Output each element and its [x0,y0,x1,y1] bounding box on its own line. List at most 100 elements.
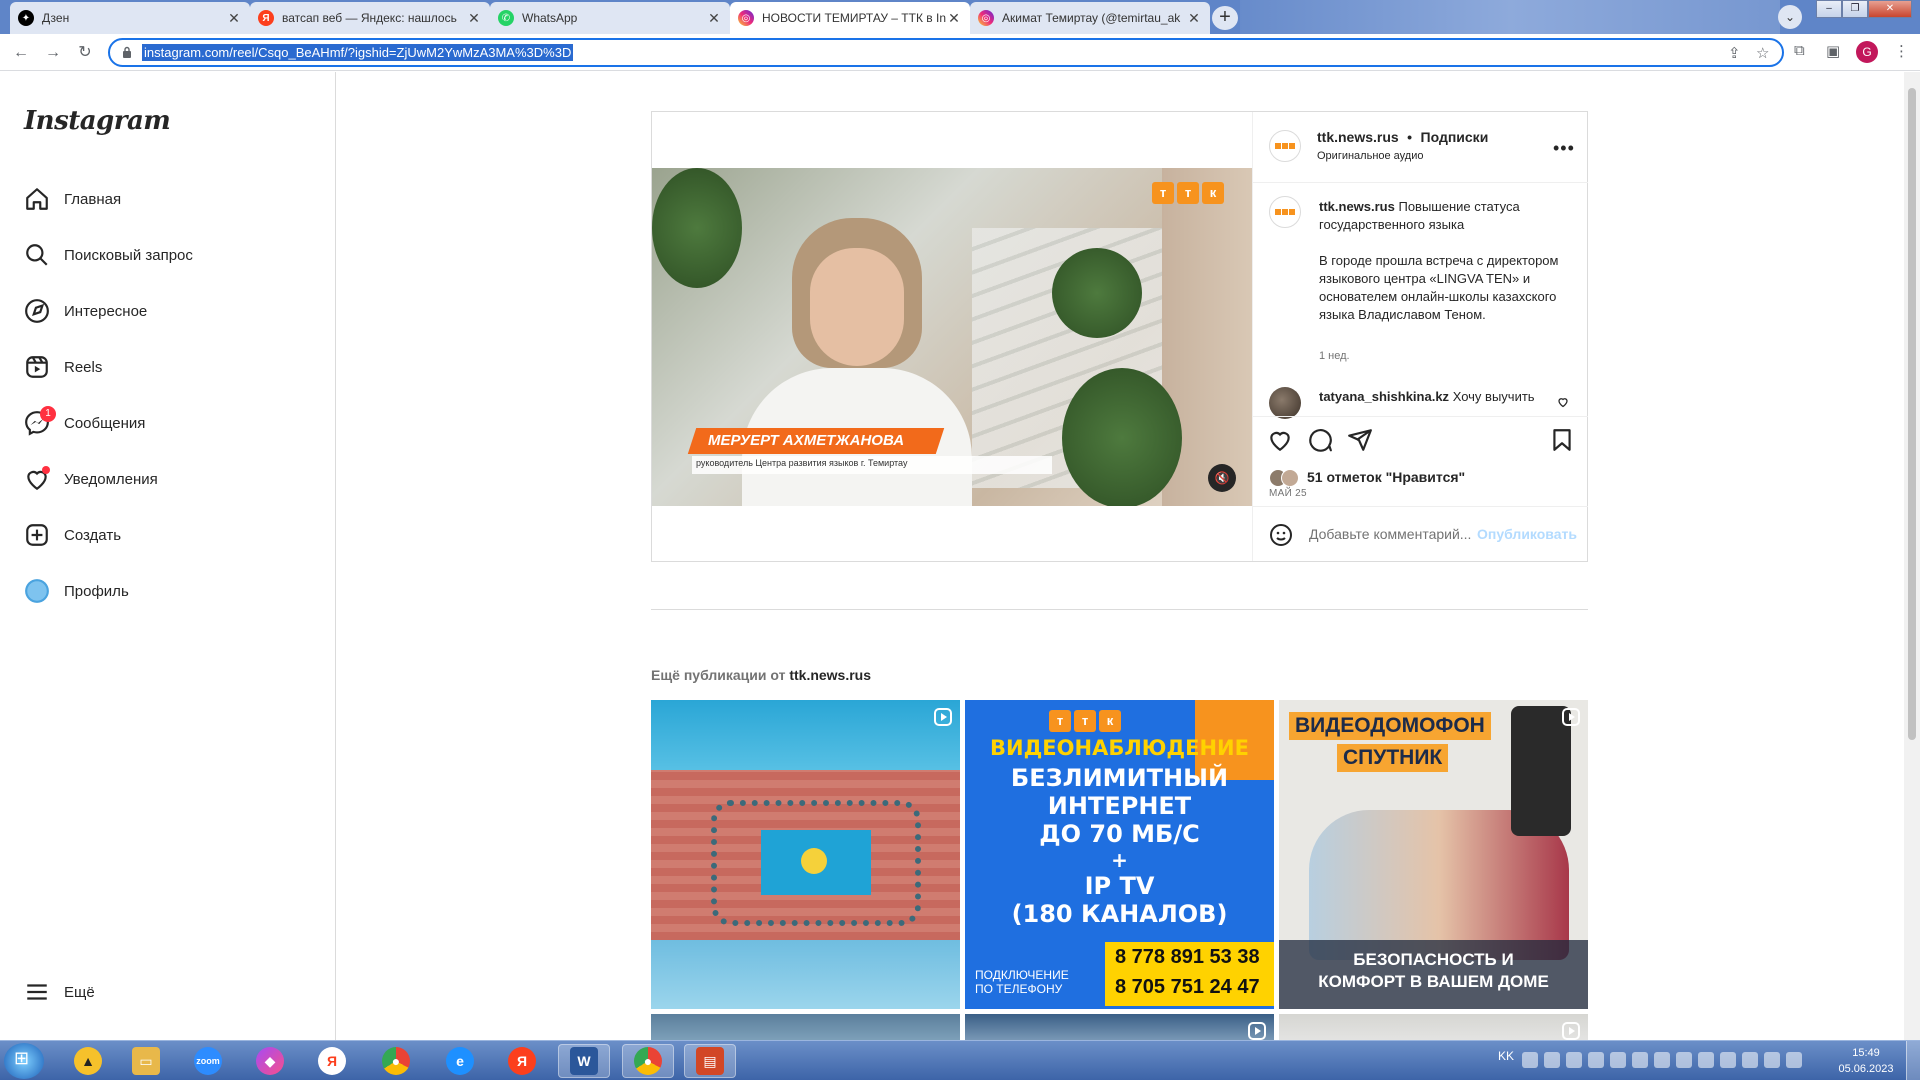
likes-count[interactable]: 51 отметок "Нравится" [1307,469,1465,485]
app-tray-icon[interactable] [1676,1052,1692,1068]
grid-tile-ttk-internet-ad[interactable]: т т к ВИДЕОНАБЛЮДЕНИЕ БЕЗЛИМИТНЫЙ ИНТЕРН… [965,700,1274,1009]
tab-whatsapp[interactable]: ✆ WhatsApp ✕ [490,2,730,34]
tab-yandex-search[interactable]: Я ватсап веб — Яндекс: нашлось ✕ [250,2,490,34]
minimize-button[interactable]: – [1816,0,1842,18]
volume-icon[interactable] [1720,1052,1736,1068]
reload-button[interactable]: ↻ [74,42,96,64]
emoji-icon[interactable] [1269,523,1293,547]
publish-button[interactable]: Опубликовать [1477,526,1577,542]
more-options-icon[interactable]: ••• [1553,138,1575,159]
app-tray-icon[interactable] [1610,1052,1626,1068]
sidebar-item-notifications[interactable]: Уведомления [24,466,158,492]
start-button[interactable] [4,1043,44,1079]
sidebar-item-messages[interactable]: 1 Сообщения [24,406,145,436]
sidebar-item-profile[interactable]: Профиль [24,578,129,604]
more-posts-account[interactable]: ttk.news.rus [789,667,871,683]
app-tray-icon[interactable] [1764,1052,1780,1068]
share-icon[interactable]: ⇪ [1728,44,1741,62]
network-icon[interactable] [1698,1052,1714,1068]
maximize-button[interactable]: ❐ [1842,0,1868,18]
reels-icon [26,356,48,378]
close-icon[interactable]: ✕ [706,10,722,27]
follow-button[interactable]: Подписки [1421,129,1489,145]
taskbar-app-word[interactable]: W [558,1044,610,1078]
caption-avatar[interactable] [1269,196,1301,228]
taskbar-app-yandex-browser[interactable]: Я [306,1044,358,1078]
caption-account[interactable]: ttk.news.rus [1319,199,1395,214]
grid-tile-intercom-ad[interactable]: ВИДЕОДОМОФОН СПУТНИК БЕЗОПАСНОСТЬ И КОМФ… [1279,700,1588,1009]
save-bookmark-icon[interactable] [1549,427,1575,453]
audio-label[interactable]: Оригинальное аудио [1317,150,1424,162]
app-tray-icon[interactable] [1742,1052,1758,1068]
sidebar-item-create[interactable]: Создать [24,522,121,548]
close-icon[interactable]: ✕ [466,10,482,27]
app-tray-icon[interactable] [1566,1052,1582,1068]
taskbar-app-gem[interactable]: ◆ [244,1044,296,1078]
address-bar[interactable]: instagram.com/reel/Csqo_BeAHmf/?igshid=Z… [108,38,1784,67]
sidebar-item-home[interactable]: Главная [24,186,121,212]
account-avatar[interactable] [1269,130,1301,162]
ad-line: ДО 70 МБ/С [1039,820,1200,848]
taskbar-app-yandex[interactable]: Я [496,1044,548,1078]
taskbar-app-chrome-active[interactable]: ● [622,1044,674,1078]
comment-user[interactable]: tatyana_shishkina.kz [1319,389,1449,404]
scrollbar-thumb[interactable] [1908,88,1916,740]
close-icon[interactable]: ✕ [226,10,242,27]
reel-video[interactable]: т т к МЕРУЕРТ АХМЕТЖАНОВА руководитель Ц… [652,168,1252,506]
comment-avatar[interactable] [1269,387,1301,419]
separator-dot: • [1407,129,1413,145]
like-heart-icon[interactable] [1267,427,1293,453]
tab-search-button[interactable]: ⌄ [1778,5,1802,29]
caption-body: В городе прошла встреча с директором язы… [1319,253,1559,322]
post-actions: 51 отметок "Нравится" МАЙ 25 [1253,416,1588,506]
liker-avatar[interactable] [1281,469,1299,487]
help-tray-icon[interactable] [1522,1052,1538,1068]
app-tray-icon[interactable] [1786,1052,1802,1068]
comment-input[interactable]: Добавьте комментарий... [1309,526,1471,542]
comment-like-icon[interactable] [1557,396,1569,408]
new-tab-button[interactable]: + [1212,6,1238,30]
url-text[interactable]: instagram.com/reel/Csqo_BeAHmf/?igshid=Z… [142,44,574,61]
tab-instagram-akimat[interactable]: ◎ Акимат Темиртау (@temirtau_ak ✕ [970,2,1210,34]
tab-dzen[interactable]: ✦ Дзен ✕ [10,2,250,34]
sidebar-item-explore[interactable]: Интересное [24,298,147,324]
window-close-button[interactable]: ✕ [1868,0,1912,18]
bookmark-star-icon[interactable]: ☆ [1756,44,1769,62]
forward-button[interactable]: → [42,42,64,64]
sidebar-item-more[interactable]: Ещё [24,979,95,1005]
app-tray-icon[interactable] [1654,1052,1670,1068]
taskbar-app-zoom[interactable]: zoom [182,1044,234,1078]
side-panel-icon[interactable]: ▣ [1826,42,1840,60]
app-tray-icon[interactable] [1632,1052,1648,1068]
taskbar-clock[interactable]: 15:49 05.06.2023 [1836,1045,1896,1077]
sidebar-item-search[interactable]: Поисковый запрос [24,242,193,268]
app-tray-icon[interactable] [1544,1052,1560,1068]
account-name[interactable]: ttk.news.rus [1317,129,1399,145]
share-send-icon[interactable] [1347,427,1373,453]
taskbar-app-ie[interactable]: e [434,1044,486,1078]
sidebar-item-label: Создать [64,526,122,544]
back-button[interactable]: ← [10,42,32,64]
comment-icon[interactable] [1307,427,1333,453]
tab-instagram-ttk[interactable]: ◎ НОВОСТИ ТЕМИРТАУ – ТТК в In ✕ [730,2,970,34]
profile-avatar-button[interactable]: G [1856,41,1878,63]
language-indicator[interactable]: KK [1498,1049,1514,1063]
page-scrollbar[interactable] [1904,72,1920,1040]
lock-icon[interactable] [122,46,132,58]
ad-line: IP TV [1084,872,1155,900]
extensions-icon[interactable]: ⧉ [1794,42,1805,59]
browser-menu-icon[interactable]: ⋮ [1894,42,1909,60]
ttk-letter: т [1177,182,1199,204]
taskbar-app-explorer[interactable]: ▭ [120,1044,172,1078]
mute-button[interactable]: 🔇 [1208,464,1236,492]
taskbar-app-chrome[interactable]: ● [370,1044,422,1078]
grid-tile-aerial-flag[interactable] [651,700,960,1009]
show-desktop-button[interactable] [1906,1041,1920,1080]
close-icon[interactable]: ✕ [946,10,962,27]
taskbar-app-presentation[interactable]: ▤ [684,1044,736,1078]
taskbar-app-arrow[interactable]: ▲ [62,1044,114,1078]
instagram-logo[interactable]: Instagram [24,106,171,136]
sidebar-item-reels[interactable]: Reels [24,354,102,380]
close-icon[interactable]: ✕ [1186,10,1202,27]
app-tray-icon[interactable] [1588,1052,1604,1068]
